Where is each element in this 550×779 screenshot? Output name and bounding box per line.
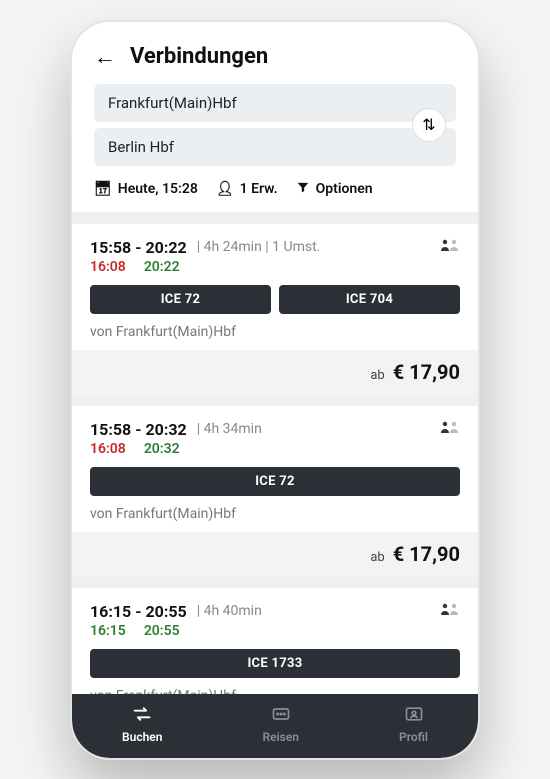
screen: ← Verbindungen Frankfurt(Main)Hbf Berlin… xyxy=(72,22,478,758)
person-icon: 👤︎ xyxy=(216,181,234,197)
from-text: von Frankfurt(Main)Hbf xyxy=(90,688,460,694)
filter-icon xyxy=(296,180,310,198)
page-title: Verbindungen xyxy=(130,44,268,69)
date-label: Heute, 15:28 xyxy=(118,181,198,197)
header: ← Verbindungen Frankfurt(Main)Hbf Berlin… xyxy=(72,22,478,212)
filter-bar: 📅︎ Heute, 15:28 👤︎ 1 Erw. Optionen xyxy=(94,180,456,198)
occupancy-medium-icon xyxy=(440,420,460,438)
train-list: ICE 1733 xyxy=(90,649,460,678)
price-from-label: ab xyxy=(370,368,384,383)
live-departure: 16:08 xyxy=(90,259,126,275)
result-card[interactable]: 15:58 - 20:22 | 4h 24min | 1 Umst. 16:08… xyxy=(72,224,478,394)
train-badge: ICE 1733 xyxy=(90,649,460,678)
tab-buchen[interactable]: Buchen xyxy=(122,704,162,744)
calendar-icon: 📅︎ xyxy=(94,181,112,197)
price-row: ab € 17,90 xyxy=(72,350,478,394)
live-departure: 16:08 xyxy=(90,441,126,457)
price-value: € 17,90 xyxy=(393,542,460,566)
train-badge: ICE 72 xyxy=(90,467,460,496)
station-selector: Frankfurt(Main)Hbf Berlin Hbf ⇅ xyxy=(94,84,456,166)
live-arrival: 20:22 xyxy=(144,259,180,275)
train-badge: ICE 72 xyxy=(90,285,271,314)
swap-stations-button[interactable]: ⇅ xyxy=(412,108,446,142)
travelers-label: 1 Erw. xyxy=(240,181,278,197)
profile-icon xyxy=(403,704,425,727)
phone-frame: ← Verbindungen Frankfurt(Main)Hbf Berlin… xyxy=(70,20,480,760)
swap-icon: ⇅ xyxy=(422,115,435,134)
date-filter[interactable]: 📅︎ Heute, 15:28 xyxy=(94,180,198,198)
travelers-filter[interactable]: 👤︎ 1 Erw. xyxy=(216,180,278,198)
result-card[interactable]: 15:58 - 20:32 | 4h 34min 16:08 20:32 ICE… xyxy=(72,406,478,576)
time-range: 15:58 - 20:22 xyxy=(90,238,187,257)
time-range: 15:58 - 20:32 xyxy=(90,420,187,439)
options-filter[interactable]: Optionen xyxy=(296,180,373,198)
results-list[interactable]: 15:58 - 20:22 | 4h 24min | 1 Umst. 16:08… xyxy=(72,212,478,694)
duration-transfers: | 4h 34min xyxy=(197,421,262,437)
live-arrival: 20:32 xyxy=(144,441,180,457)
occupancy-medium-icon xyxy=(440,238,460,256)
tab-reisen-label: Reisen xyxy=(262,730,299,744)
from-station-field[interactable]: Frankfurt(Main)Hbf xyxy=(94,84,456,122)
duration-transfers: | 4h 40min xyxy=(197,603,262,619)
price-row: ab € 17,90 xyxy=(72,532,478,576)
to-station-field[interactable]: Berlin Hbf xyxy=(94,128,456,166)
price-from-label: ab xyxy=(370,550,384,565)
from-text: von Frankfurt(Main)Hbf xyxy=(90,506,460,522)
live-departure: 16:15 xyxy=(90,623,126,639)
train-list: ICE 72 ICE 704 xyxy=(90,285,460,314)
duration-transfers: | 4h 24min | 1 Umst. xyxy=(197,239,321,255)
tab-reisen[interactable]: Reisen xyxy=(262,704,299,744)
live-arrival: 20:55 xyxy=(144,623,180,639)
tab-buchen-label: Buchen xyxy=(122,730,162,744)
book-icon xyxy=(131,704,153,727)
result-card[interactable]: 16:15 - 20:55 | 4h 40min 16:15 20:55 ICE… xyxy=(72,588,478,694)
time-range: 16:15 - 20:55 xyxy=(90,602,187,621)
price-value: € 17,90 xyxy=(393,360,460,384)
tab-profil-label: Profil xyxy=(399,730,428,744)
tab-profil[interactable]: Profil xyxy=(399,704,428,744)
occupancy-high-icon xyxy=(440,602,460,620)
bottom-nav: Buchen Reisen Profil xyxy=(72,694,478,758)
from-text: von Frankfurt(Main)Hbf xyxy=(90,324,460,340)
ticket-icon xyxy=(270,704,292,727)
options-label: Optionen xyxy=(316,181,373,197)
train-list: ICE 72 xyxy=(90,467,460,496)
back-arrow-icon[interactable]: ← xyxy=(94,44,116,70)
train-badge: ICE 704 xyxy=(279,285,460,314)
